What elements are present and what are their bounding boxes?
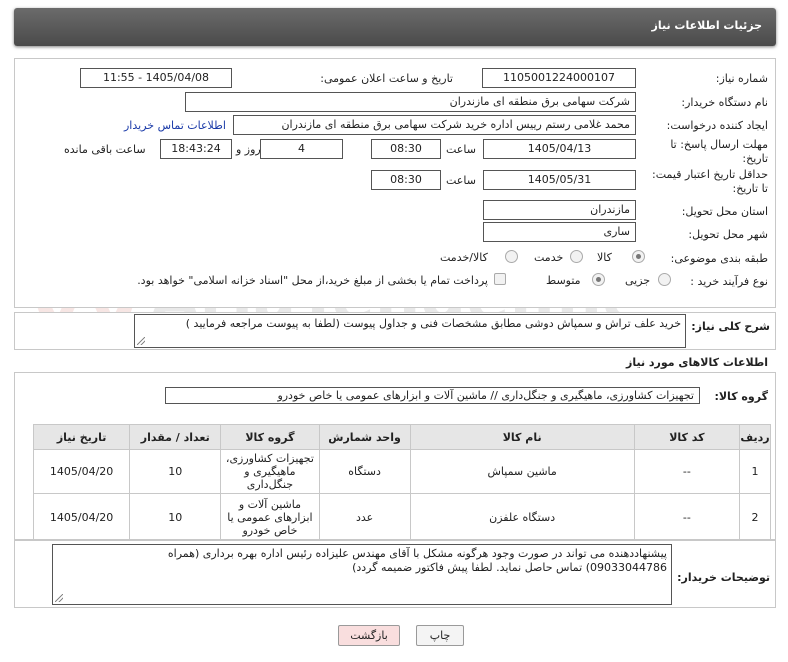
description-label: شرح کلی نیاز: <box>691 320 770 333</box>
cell-group: ماشین آلات و ابزارهای عمومی یا خاص خودرو <box>220 493 320 542</box>
cell-qty: 10 <box>129 449 222 494</box>
creator-field: محمد غلامی رستم رییس اداره خرید شرکت سها… <box>233 115 636 135</box>
cell-unit: عدد <box>318 493 411 542</box>
city-field: ساری <box>483 222 636 242</box>
table-row: 1 -- ماشین سمپاش دستگاه تجهیزات کشاورزی،… <box>32 449 771 494</box>
cell-name: ماشین سمپاش <box>409 449 635 494</box>
cell-date: 1405/04/20 <box>32 493 131 542</box>
reply-time-field: 08:30 <box>371 139 441 159</box>
category-option-goods: کالا <box>597 251 612 264</box>
col-header-group: گروه کالا <box>220 424 320 450</box>
days-field: 4 <box>260 139 343 159</box>
cell-name: دستگاه علفزن <box>409 493 635 542</box>
cell-unit: دستگاه <box>318 449 411 494</box>
process-option-minor: جزیی <box>625 274 651 287</box>
goods-group-field: تجهیزات کشاورزی، ماهیگیری و جنگل‌داری //… <box>165 387 700 404</box>
city-label: شهر محل تحویل: <box>688 228 768 241</box>
page-title: جزئیات اطلاعات نیاز <box>651 19 763 32</box>
description-text: خرید علف تراش و سمپاش دوشی مطابق مشخصات … <box>185 317 681 330</box>
buyer-notes-textarea: پیشنهاددهنده می تواند در صورت وجود هرگون… <box>52 544 672 605</box>
category-option-service: خدمت <box>534 251 564 264</box>
col-header-row: ردیف <box>739 424 771 450</box>
cell-row: 1 <box>739 449 771 494</box>
validity-time-field: 08:30 <box>371 170 441 190</box>
need-number-field: 1105001224000107 <box>482 68 636 88</box>
goods-group-label: گروه کالا: <box>714 390 768 403</box>
buyer-label: نام دستگاه خریدار: <box>681 96 768 109</box>
cell-date: 1405/04/20 <box>32 449 131 494</box>
treasury-payment-text: پرداخت تمام یا بخشی از مبلغ خرید،از محل … <box>137 274 488 287</box>
category-label: طبقه بندی موضوعی: <box>670 252 768 265</box>
col-header-qty: تعداد / مقدار <box>129 424 222 450</box>
process-option-medium: متوسط <box>546 274 581 287</box>
col-header-code: کد کالا <box>633 424 741 450</box>
announce-field: 1405/04/08 - 11:55 <box>80 68 232 88</box>
reply-date-field: 1405/04/13 <box>483 139 636 159</box>
buyer-contact-link[interactable]: اطلاعات تماس خریدار <box>124 119 226 132</box>
process-radio-medium[interactable] <box>592 273 605 286</box>
cell-row: 2 <box>739 493 771 542</box>
days-label: روز و <box>236 143 261 156</box>
price-validity-label-2: تا تاریخ: <box>732 182 768 195</box>
print-button[interactable]: چاپ <box>416 625 464 646</box>
category-option-goods-service: کالا/خدمت <box>440 251 488 264</box>
price-validity-label: حداقل تاریخ اعتبار قیمت: <box>652 168 768 181</box>
col-header-date: تاریخ نیاز <box>32 424 131 450</box>
col-header-unit: واحد شمارش <box>318 424 411 450</box>
category-radio-goods-service[interactable] <box>505 250 518 263</box>
cell-code: -- <box>633 449 741 494</box>
process-label: نوع فرآیند خرید : <box>690 275 768 288</box>
resize-grip-icon[interactable] <box>55 594 63 602</box>
province-label: استان محل تحویل: <box>681 205 768 218</box>
province-field: مازندران <box>483 200 636 220</box>
process-radio-minor[interactable] <box>658 273 671 286</box>
back-button[interactable]: بازگشت <box>338 625 400 646</box>
col-header-name: نام کالا <box>409 424 635 450</box>
buyer-notes-line-1: پیشنهاددهنده می تواند در صورت وجود هرگون… <box>167 547 667 560</box>
goods-section-title: اطلاعات کالاهای مورد نیاز <box>626 356 768 369</box>
buyer-notes-label: توضیحات خریدار: <box>677 571 770 584</box>
table-row: 2 -- دستگاه علفزن عدد ماشین آلات و ابزار… <box>32 493 771 542</box>
announce-label: تاریخ و ساعت اعلان عمومی: <box>320 72 453 85</box>
description-textarea: خرید علف تراش و سمپاش دوشی مطابق مشخصات … <box>134 314 686 348</box>
creator-label: ایجاد کننده درخواست: <box>666 119 768 132</box>
remaining-time-field: 18:43:24 <box>160 139 232 159</box>
goods-table: ردیف کد کالا نام کالا واحد شمارش گروه کا… <box>32 424 771 542</box>
cell-qty: 10 <box>129 493 222 542</box>
remaining-time-label: ساعت باقی مانده <box>64 143 146 156</box>
cell-code: -- <box>633 493 741 542</box>
reply-deadline-label: مهلت ارسال پاسخ: تا <box>670 138 768 151</box>
need-number-label: شماره نیاز: <box>715 72 768 85</box>
validity-time-label: ساعت <box>446 174 476 187</box>
category-radio-goods[interactable] <box>632 250 645 263</box>
category-radio-service[interactable] <box>570 250 583 263</box>
cell-group: تجهیزات کشاورزی، ماهیگیری و جنگل‌داری <box>220 449 320 494</box>
reply-deadline-label-2: تاریخ: <box>742 152 768 165</box>
reply-time-label: ساعت <box>446 143 476 156</box>
treasury-payment-checkbox[interactable] <box>494 273 506 285</box>
buyer-field: شرکت سهامی برق منطقه ای مازندران <box>185 92 636 112</box>
buyer-notes-line-2: 09033044786) تماس حاصل نماید. لطفا پیش ف… <box>352 561 667 574</box>
resize-grip-icon[interactable] <box>137 337 145 345</box>
validity-date-field: 1405/05/31 <box>483 170 636 190</box>
